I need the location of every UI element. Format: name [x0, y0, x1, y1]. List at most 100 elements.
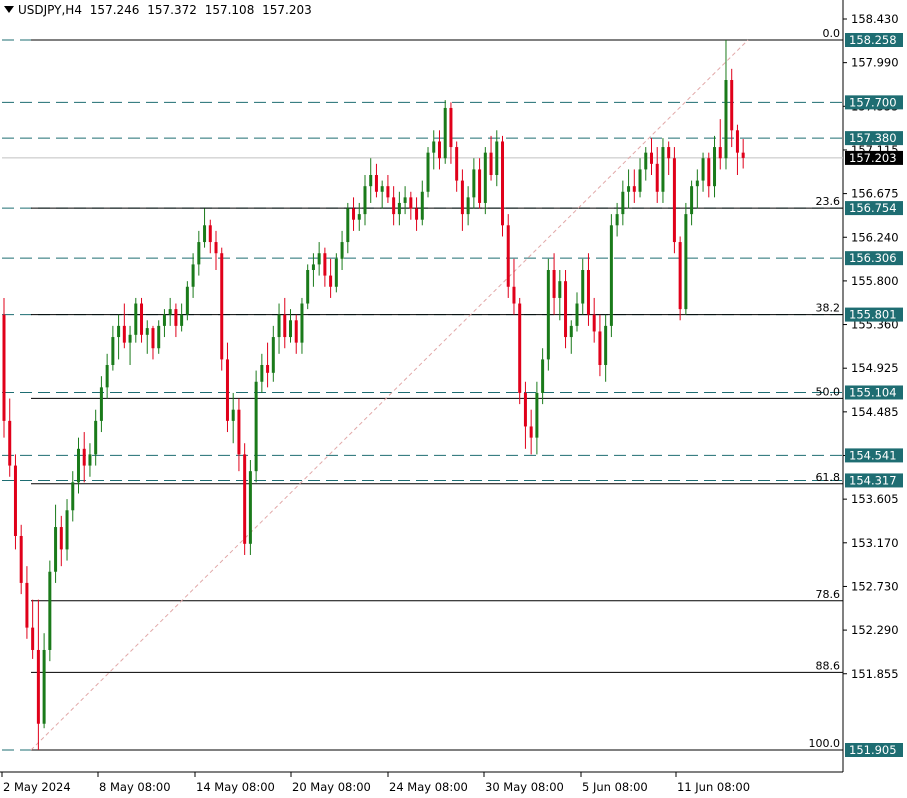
candle-body — [140, 303, 144, 335]
candle-body — [718, 147, 722, 159]
candle-body — [346, 208, 350, 243]
candle-body — [180, 314, 184, 326]
candle-body — [426, 152, 430, 192]
candle-body — [340, 242, 344, 259]
candle-body — [374, 175, 378, 192]
candle-body — [248, 471, 252, 544]
candle-body — [2, 314, 6, 421]
chart-svg: 0.0 23.6 38.2 50.0 61.8 78.6 88.6 100.0 158.430… — [0, 0, 907, 798]
candle-body — [334, 258, 338, 287]
candle-body — [59, 527, 63, 550]
candle-body — [88, 454, 92, 466]
candle-body — [541, 359, 545, 393]
candle-body — [512, 286, 516, 304]
chart-area[interactable]: 0.0 23.6 38.2 50.0 61.8 78.6 88.6 100.0 158.430… — [0, 0, 907, 798]
candle-body — [546, 269, 550, 360]
candle-body — [420, 191, 424, 220]
candle-body — [667, 147, 671, 159]
candle-body — [415, 208, 419, 220]
candle-body — [145, 328, 149, 335]
candle-body — [403, 197, 407, 203]
x-tick-label: 20 May 08:00 — [292, 780, 371, 794]
candle-body — [724, 80, 728, 159]
y-tick-label: 155.800 — [851, 274, 899, 288]
candle-body — [730, 80, 734, 131]
price-level-tag-text: 156.306 — [849, 251, 897, 265]
candle-body — [535, 392, 539, 438]
candle-body — [31, 627, 35, 650]
candle-body — [317, 253, 321, 265]
price-level-tag-text: 157.700 — [849, 95, 897, 109]
fibonacci-level-label: 50.0 — [816, 385, 841, 398]
candle-body — [655, 163, 659, 192]
candle-body — [185, 286, 189, 315]
candle-body — [220, 253, 224, 360]
candle-body — [678, 242, 682, 310]
candle-body — [71, 482, 75, 511]
candle-body — [592, 314, 596, 332]
price-level-tag-text: 156.754 — [849, 201, 897, 215]
candle-body — [581, 269, 585, 304]
candle-body — [501, 141, 505, 226]
candle-body — [283, 314, 287, 338]
symbol-label[interactable]: USDJPY,H4 — [18, 3, 82, 17]
candle-body — [300, 303, 304, 343]
symbol-dropdown-icon[interactable] — [4, 6, 14, 13]
ohlc-close: 157.203 — [262, 3, 312, 17]
candle-body — [237, 409, 241, 455]
candle-body — [632, 186, 636, 192]
candle-body — [294, 320, 298, 343]
candle-body — [231, 409, 235, 421]
candle-body — [707, 158, 711, 187]
candle-body — [197, 242, 201, 265]
candle-body — [352, 208, 356, 220]
candle-body — [455, 147, 459, 181]
x-tick-label: 30 May 08:00 — [485, 780, 564, 794]
candle-body — [638, 169, 642, 192]
candle-body — [518, 303, 522, 393]
candle-body — [191, 264, 195, 287]
candle-body — [277, 314, 281, 338]
candle-body — [157, 325, 161, 349]
candle-body — [472, 169, 476, 198]
y-tick-label: 154.925 — [851, 361, 899, 375]
candle-body — [99, 387, 103, 421]
candle-body — [386, 186, 390, 198]
candle-body — [489, 152, 493, 176]
price-level-tag-text: 155.104 — [849, 385, 897, 399]
candle-body — [621, 191, 625, 215]
candle-body — [443, 107, 447, 159]
candle-body — [478, 169, 482, 203]
y-tick-label: 153.605 — [851, 492, 899, 506]
candle-body — [649, 152, 653, 164]
fibonacci-level-label: 88.6 — [816, 659, 841, 672]
candle-body — [615, 214, 619, 226]
fibonacci-level-label: 100.0 — [809, 737, 841, 750]
x-tick-label: 5 Jun 08:00 — [582, 780, 648, 794]
candle-body — [690, 186, 694, 215]
candle-body — [609, 225, 613, 326]
candle-body — [437, 141, 441, 159]
candle-body — [134, 303, 138, 335]
candle-body — [323, 253, 327, 276]
ohlc-open: 157.246 — [89, 3, 140, 17]
candle-body — [25, 582, 29, 628]
candle-body — [483, 152, 487, 203]
candle-body — [695, 180, 699, 187]
candle-body — [575, 303, 579, 326]
candle-body — [82, 448, 86, 466]
candle-body — [432, 141, 436, 153]
fibonacci-level-label: 38.2 — [816, 302, 841, 315]
candle-body — [552, 269, 556, 298]
price-level-tag-text: 154.541 — [849, 448, 897, 462]
candle-body — [306, 269, 310, 304]
candle-body — [65, 510, 69, 550]
candle-body — [243, 454, 247, 544]
fibonacci-level-label: 0.0 — [823, 27, 841, 40]
candle-body — [460, 180, 464, 215]
y-tick-label: 156.675 — [851, 187, 899, 201]
candle-body — [713, 147, 717, 187]
price-level-tag-text: 157.380 — [849, 131, 897, 145]
y-tick-label: 152.290 — [851, 623, 899, 637]
candle-body — [741, 152, 745, 158]
